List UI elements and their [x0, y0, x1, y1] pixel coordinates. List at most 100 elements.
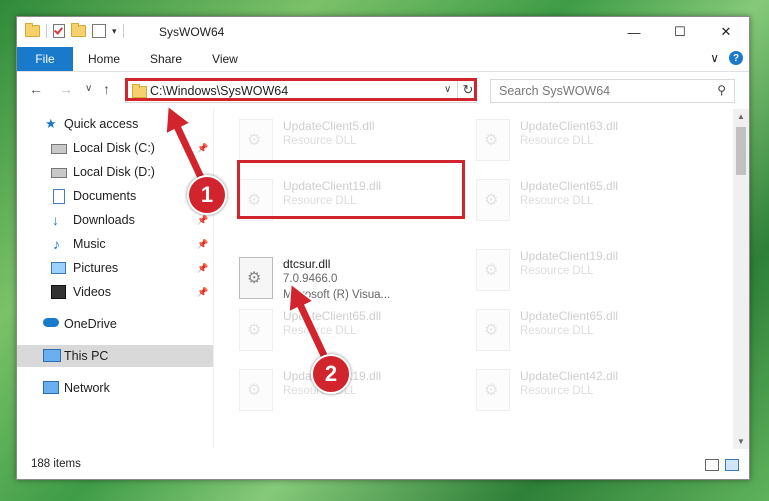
customize-dropdown-icon[interactable]: ▾	[112, 26, 117, 37]
file-name: UpdateClient65.dll	[283, 309, 382, 323]
ribbon: File Home Share View ∨ ?	[17, 47, 749, 72]
computer-icon	[43, 349, 61, 362]
scroll-down-icon[interactable]: ▼	[737, 437, 745, 446]
file-company: Microsoft (R) Visua...	[283, 289, 391, 301]
tab-view[interactable]: View	[197, 47, 253, 71]
address-highlight-box	[125, 78, 477, 101]
file-item[interactable]: UpdateClient65.dll Resource DLL	[239, 309, 459, 357]
file-description: Resource DLL	[520, 195, 594, 207]
new-folder-icon[interactable]	[71, 23, 86, 37]
explorer-window: ▾ SysWOW64 — ☐ ✕ File Home Share View ∨ …	[16, 16, 750, 480]
drive-icon	[51, 144, 67, 154]
sidebar-item-label: Network	[64, 381, 110, 395]
sidebar-item-downloads[interactable]: ↓ Downloads 📌	[17, 209, 213, 231]
file-name: UpdateClient5.dll	[283, 119, 375, 133]
file-description: Resource DLL	[520, 265, 594, 277]
window-title: SysWOW64	[159, 25, 225, 39]
download-icon: ↓	[52, 212, 59, 228]
dll-file-icon	[239, 369, 273, 411]
help-icon[interactable]: ?	[729, 51, 743, 65]
dll-file-icon	[476, 249, 510, 291]
search-box[interactable]: Search SysWOW64 ⚲	[490, 79, 735, 103]
file-item-dtcsur[interactable]: dtcsur.dll 7.0.9466.0 Microsoft (R) Visu…	[239, 257, 459, 305]
sidebar-item-local-disk-c[interactable]: Local Disk (C:) 📌	[17, 137, 213, 159]
maximize-button[interactable]: ☐	[657, 17, 703, 47]
network-icon	[43, 381, 59, 394]
pin-icon[interactable]: 📌	[197, 239, 208, 250]
sidebar-item-label: OneDrive	[64, 317, 117, 331]
navigation-pane: ★ Quick access Local Disk (C:) 📌 Local D…	[17, 109, 213, 449]
tab-file[interactable]: File	[17, 47, 73, 71]
sidebar-item-music[interactable]: ♪ Music 📌	[17, 233, 213, 255]
forward-button[interactable]: →	[59, 81, 73, 97]
file-item[interactable]: UpdateClient42.dll Resource DLL	[476, 369, 696, 417]
pin-icon[interactable]: 📌	[197, 215, 208, 226]
file-name: UpdateClient42.dll	[520, 369, 619, 383]
dll-file-icon	[239, 309, 273, 351]
details-view-icon[interactable]	[705, 459, 719, 471]
sidebar-item-label: This PC	[64, 349, 109, 363]
status-bar: 188 items	[17, 451, 749, 479]
documents-icon	[53, 189, 65, 204]
sidebar-item-network[interactable]: Network	[17, 377, 213, 399]
file-description: Resource DLL	[520, 325, 594, 337]
file-version: 7.0.9466.0	[283, 273, 338, 285]
file-name: UpdateClient65.dll	[520, 309, 619, 323]
sidebar-item-pictures[interactable]: Pictures 📌	[17, 257, 213, 279]
scroll-up-icon[interactable]: ▲	[737, 112, 745, 121]
file-highlight-box	[237, 160, 465, 219]
view-icon[interactable]	[92, 24, 106, 38]
sidebar-item-videos[interactable]: Videos 📌	[17, 281, 213, 303]
star-icon: ★	[45, 116, 57, 131]
quick-access-toolbar: ▾	[25, 23, 124, 38]
file-name: dtcsur.dll	[283, 257, 331, 271]
music-icon: ♪	[53, 236, 60, 252]
tab-home[interactable]: Home	[73, 47, 135, 71]
sidebar-item-local-disk-d[interactable]: Local Disk (D:)	[17, 161, 213, 183]
file-description: Resource DLL	[520, 135, 594, 147]
pictures-icon	[51, 262, 66, 274]
up-button[interactable]: ↑	[103, 81, 110, 97]
sidebar-item-documents[interactable]: Documents 📌	[17, 185, 213, 207]
sidebar-item-label: Local Disk (C:)	[73, 141, 155, 155]
ribbon-tabs: Home Share View	[73, 47, 253, 71]
callout-1: 1	[187, 175, 227, 215]
file-description: Resource DLL	[283, 325, 357, 337]
window-controls: — ☐ ✕	[611, 17, 749, 47]
back-button[interactable]: ←	[29, 81, 43, 97]
sidebar-item-this-pc[interactable]: This PC	[17, 345, 213, 367]
pin-icon[interactable]: 📌	[197, 287, 208, 298]
sidebar-item-label: Downloads	[73, 213, 135, 227]
expand-ribbon-icon[interactable]: ∨	[710, 51, 719, 65]
file-item[interactable]: UpdateClient19.dll Resource DLL	[476, 249, 696, 297]
file-name: UpdateClient65.dll	[520, 179, 619, 193]
tab-share[interactable]: Share	[135, 47, 197, 71]
separator	[46, 24, 47, 38]
vertical-scrollbar[interactable]: ▲ ▼	[733, 109, 749, 449]
callout-2: 2	[311, 354, 351, 394]
sidebar-item-quick-access[interactable]: ★ Quick access	[17, 113, 213, 135]
file-item[interactable]: UpdateClient65.dll Resource DLL	[476, 309, 696, 357]
large-icons-view-icon[interactable]	[725, 459, 739, 471]
file-item[interactable]: UpdateClient65.dll Resource DLL	[476, 179, 696, 227]
close-button[interactable]: ✕	[703, 17, 749, 47]
minimize-button[interactable]: —	[611, 17, 657, 47]
search-icon[interactable]: ⚲	[717, 83, 726, 97]
dll-file-icon	[239, 119, 273, 161]
navigation-bar: ← → ∨ ↑ C:\Windows\SysWOW64 ∨ ↻ Search S…	[17, 72, 749, 108]
sidebar-item-label: Quick access	[64, 117, 139, 131]
separator	[122, 24, 124, 38]
dll-file-icon	[476, 119, 510, 161]
sidebar-item-onedrive[interactable]: OneDrive	[17, 313, 213, 335]
pin-icon[interactable]: 📌	[197, 143, 208, 154]
pin-icon[interactable]: 📌	[197, 263, 208, 274]
recent-locations-button[interactable]: ∨	[85, 83, 92, 94]
search-input[interactable]: Search SysWOW64	[499, 84, 610, 98]
dll-file-icon	[476, 369, 510, 411]
properties-check-icon[interactable]	[53, 24, 65, 38]
folder-icon	[25, 23, 40, 37]
file-item[interactable]: UpdateClient63.dll Resource DLL	[476, 119, 696, 167]
scrollbar-thumb[interactable]	[736, 127, 746, 175]
dll-file-icon	[476, 309, 510, 351]
file-description: Resource DLL	[520, 385, 594, 397]
